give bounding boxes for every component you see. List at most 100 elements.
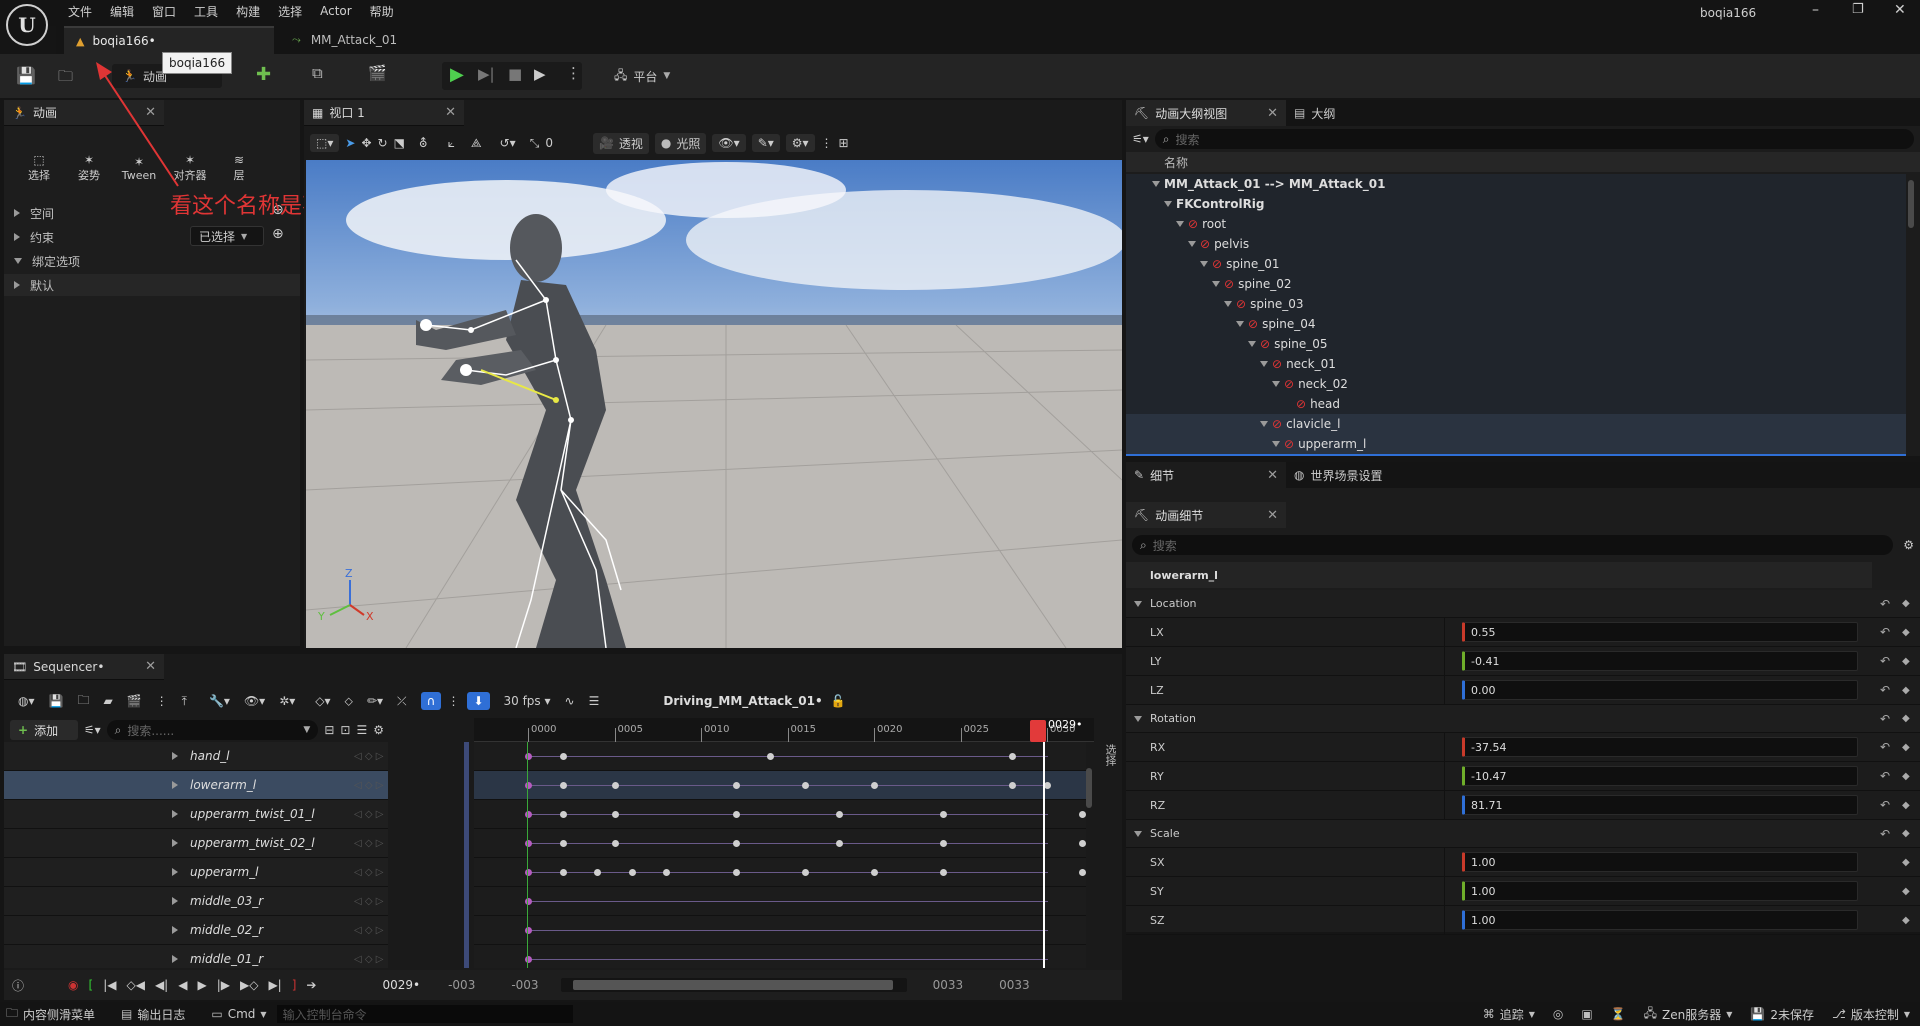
keyframe-dot[interactable]	[611, 840, 619, 847]
zen-server-button[interactable]: 🖧 Zen服务器 ▼	[1644, 1004, 1733, 1025]
track-lane[interactable]	[474, 887, 1086, 916]
outliner-row[interactable]: FKControlRig	[1126, 194, 1906, 214]
track-lane[interactable]	[474, 916, 1086, 945]
eject-icon[interactable]: ▶	[534, 65, 546, 83]
expand-icon[interactable]	[172, 839, 178, 847]
track-lane[interactable]	[474, 800, 1086, 829]
reset-icon[interactable]: ↶	[1880, 654, 1890, 668]
close-icon[interactable]: ✕	[145, 659, 156, 674]
keyframe-dot[interactable]	[732, 811, 740, 818]
keyframe-dot[interactable]	[732, 840, 740, 847]
expand-arrow-icon[interactable]	[1272, 381, 1280, 387]
keyframe-dot[interactable]	[611, 782, 619, 789]
keyframe-dot[interactable]	[594, 869, 602, 876]
current-frame[interactable]: 0029•	[382, 978, 420, 992]
field-input[interactable]: 81.71	[1462, 795, 1858, 815]
expand-icon[interactable]: ⊡	[340, 723, 350, 737]
viewport-tab[interactable]: ▦ 视口 1 ✕	[304, 100, 464, 126]
close-icon[interactable]: ✕	[445, 105, 456, 120]
play-icon[interactable]: ▶	[450, 64, 464, 85]
realtime-icon[interactable]: ✎▾	[751, 134, 780, 152]
keyframe-dot[interactable]	[628, 869, 636, 876]
clapper-icon[interactable]: 🎬	[127, 694, 142, 708]
jump-end-icon[interactable]: ▶|	[268, 978, 281, 992]
source-control-button[interactable]: ⎇ 版本控制 ▼	[1832, 1006, 1910, 1023]
keyframe-icon[interactable]: ◆	[1902, 857, 1910, 868]
keyframe-dot[interactable]	[1078, 869, 1086, 876]
view-start[interactable]: -003	[448, 978, 475, 992]
filter-icon[interactable]: ⚟▾	[1132, 132, 1149, 146]
auto-key-icon[interactable]: ✲▾	[279, 694, 295, 708]
console-input[interactable]: 输入控制台命令	[276, 1005, 573, 1023]
camera-bake-icon[interactable]: ⤒	[182, 694, 187, 709]
next-key-icon[interactable]: ▶◇	[240, 978, 258, 992]
prev-key-icon[interactable]: ◇◀	[126, 978, 144, 992]
outliner-row[interactable]: ⊘ spine_03	[1126, 294, 1906, 314]
keyframe-dot[interactable]	[559, 753, 567, 760]
expand-icon[interactable]	[172, 926, 178, 934]
content-drawer-button[interactable]: 🗀 内容侧滑菜单	[6, 1004, 95, 1025]
track-key-buttons-icon[interactable]: ◁ ◇ ▷	[354, 925, 383, 936]
reset-icon[interactable]: ↶	[1880, 597, 1890, 611]
fps-selector[interactable]: 30 fps ▾	[504, 694, 551, 708]
trace-button[interactable]: ⌘ 追踪 ▼	[1483, 1006, 1535, 1023]
scale-icon[interactable]: ⬔	[394, 136, 405, 150]
timeline-ruler[interactable]: 0000 0005 0010 0015 0020 0025 0030	[474, 718, 1094, 742]
tab-world-settings[interactable]: ◍ 世界场景设置	[1286, 462, 1383, 488]
perspective-button[interactable]: 🎥 透视	[592, 132, 649, 154]
expand-arrow-icon[interactable]	[1248, 341, 1256, 347]
outliner-search[interactable]: ⌕ 搜索	[1154, 129, 1914, 149]
keyframe-icon[interactable]: ◆	[1902, 800, 1910, 811]
keyframe-icon[interactable]: ◆	[1902, 742, 1910, 753]
snap-value[interactable]: 0	[545, 136, 553, 150]
set-end-icon[interactable]: ]	[292, 978, 297, 992]
show-eye-icon[interactable]: 👁▾	[712, 134, 746, 152]
keyframe-icon[interactable]: ◆	[1902, 828, 1910, 839]
section-default[interactable]: 默认	[4, 274, 300, 296]
keyframe-icon[interactable]: ◆	[1902, 915, 1910, 926]
keyframe-dot[interactable]	[663, 869, 671, 876]
details-group-header[interactable]: Rotation ↶ ◆	[1126, 705, 1920, 733]
expand-arrow-icon[interactable]	[1272, 441, 1280, 447]
expand-arrow-icon[interactable]	[1176, 221, 1184, 227]
minimize-icon[interactable]: –	[1812, 2, 1819, 18]
track-key-buttons-icon[interactable]: ◁ ◇ ▷	[354, 838, 383, 849]
keyframe-dot[interactable]	[559, 840, 567, 847]
move-icon[interactable]: ✥	[361, 136, 371, 150]
outliner-scrollbar[interactable]	[1908, 180, 1914, 228]
snap-frame-icon[interactable]: ⬇	[467, 692, 490, 710]
world-icon[interactable]: ◍▾	[18, 694, 35, 708]
outliner-row[interactable]: ⊘ neck_01	[1126, 354, 1906, 374]
track-row[interactable]: middle_02_r ◁ ◇ ▷	[4, 916, 388, 945]
more-icon[interactable]: ⋮	[821, 136, 833, 150]
field-input[interactable]: -0.41	[1462, 651, 1858, 671]
tab-anim-outliner[interactable]: ⛏ 动画大纲视图 ✕	[1126, 100, 1286, 126]
keyframe-dot[interactable]	[801, 782, 809, 789]
expand-icon[interactable]	[172, 810, 178, 818]
transform-icon[interactable]: ⬚▾	[310, 134, 340, 152]
expand-arrow-icon[interactable]	[1260, 421, 1268, 427]
rotate-icon[interactable]: ↻	[378, 136, 388, 150]
keyframe-dot[interactable]	[1009, 782, 1017, 789]
track-search[interactable]: ⌕ 搜索...... ▼	[106, 720, 319, 740]
close-icon[interactable]: ✕	[1267, 508, 1278, 523]
track-row[interactable]: hand_l ◁ ◇ ▷	[4, 742, 388, 771]
settings-gear-icon[interactable]: ⚙	[1903, 538, 1914, 552]
keyframe-icon[interactable]: ◆	[1902, 771, 1910, 782]
reset-icon[interactable]: ↶	[1880, 798, 1890, 812]
reset-icon[interactable]: ↶	[1880, 827, 1890, 841]
timeline-scroll-thumb[interactable]	[572, 980, 893, 990]
close-window-icon[interactable]: ✕	[1894, 2, 1906, 18]
prev-frame-icon[interactable]: ◀|	[155, 978, 168, 992]
track-key-buttons-icon[interactable]: ◁ ◇ ▷	[354, 780, 383, 791]
outliner-row[interactable]: ⊘ root	[1126, 214, 1906, 234]
track-row[interactable]: middle_01_r ◁ ◇ ▷	[4, 945, 388, 968]
more-icon[interactable]: ⋮	[566, 64, 581, 82]
scale-snap-icon[interactable]: ⤡	[530, 136, 540, 151]
field-input[interactable]: 1.00	[1462, 852, 1858, 872]
keyframe-icon[interactable]: ◆	[1902, 627, 1910, 638]
track-row[interactable]: middle_03_r ◁ ◇ ▷	[4, 887, 388, 916]
keyframe-icon[interactable]: ◆	[1902, 713, 1910, 724]
lighting-button[interactable]: ● 光照	[654, 132, 707, 154]
timer-icon[interactable]: ⏳	[1611, 1007, 1626, 1021]
